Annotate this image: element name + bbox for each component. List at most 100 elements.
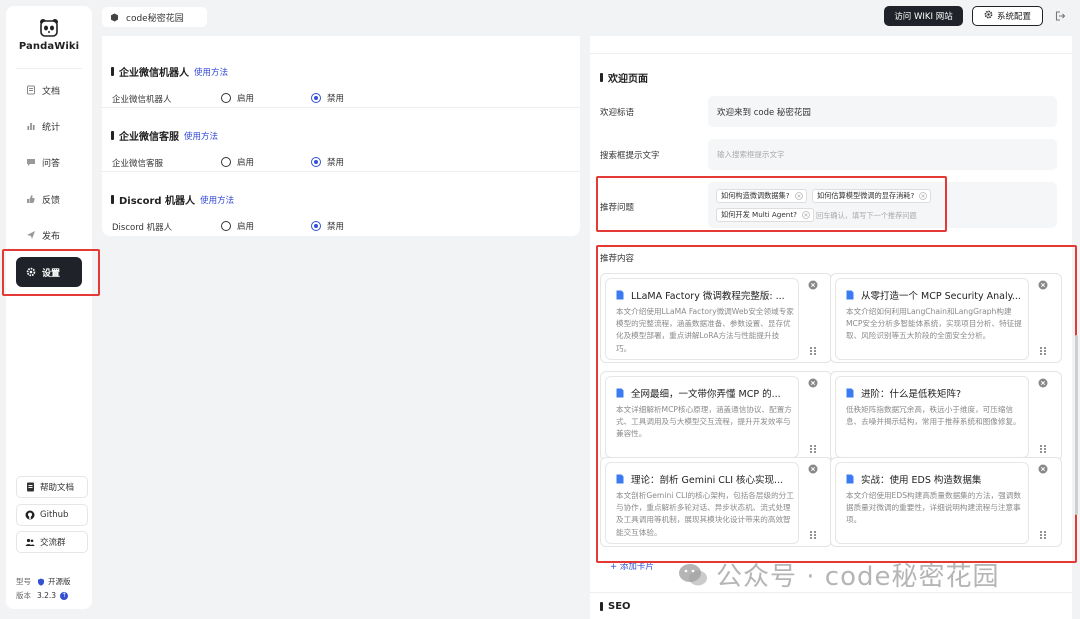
close-icon[interactable]	[919, 192, 928, 200]
sidebar-item-label: 反馈	[42, 195, 61, 206]
close-icon[interactable]	[1038, 464, 1048, 474]
slogan-input[interactable]: 欢迎来到 code 秘密花园	[708, 96, 1057, 127]
row-label: 企业微信客服	[112, 159, 164, 169]
help-docs-button[interactable]: 帮助文档	[16, 476, 88, 498]
version-value: 3.2.3	[37, 591, 57, 600]
community-label: 交流群	[40, 538, 66, 548]
system-config-label: 系统配置	[996, 12, 1031, 22]
panda-logo-icon	[39, 18, 59, 38]
row-label: Discord 机器人	[112, 223, 173, 233]
group-icon	[25, 537, 35, 547]
drag-handle-icon[interactable]	[809, 444, 817, 454]
recommend-card[interactable]: 实战：使用 EDS 构造数据集 本文介绍使用EDS构建高质量数据集的方法，强调数…	[830, 457, 1062, 547]
drag-handle-icon[interactable]	[809, 346, 817, 356]
seo-section-title: SEO	[600, 601, 631, 612]
sidebar-item-stats[interactable]: 统计	[16, 111, 82, 141]
close-icon[interactable]	[808, 280, 818, 290]
welcome-section-title: 欢迎页面	[600, 70, 648, 85]
bot-settings-panel: 企业微信机器人 使用方法 企业微信机器人 启用 禁用 企业微信客服 使用方法 企业微…	[102, 36, 580, 236]
chat-bubble-icon	[25, 156, 37, 168]
recommend-card[interactable]: 理论：剖析 Gemini CLI 核心实现... 本文剖析Gemini CLI的…	[600, 457, 832, 547]
divider	[590, 53, 1072, 54]
disable-radio[interactable]: 禁用	[311, 220, 344, 232]
close-icon[interactable]	[1038, 280, 1048, 290]
document-icon	[846, 474, 854, 484]
search-placeholder-input[interactable]: 输入搜索框提示文字	[708, 139, 1057, 170]
wecom-service-section: 企业微信客服 使用方法 企业微信客服 启用 禁用	[102, 108, 580, 172]
drag-handle-icon[interactable]	[1039, 444, 1047, 454]
close-icon[interactable]	[808, 464, 818, 474]
card-desc: 本文剖析Gemini CLI的核心架构，包括各层级的分工与协作，重点解析多轮对话…	[616, 491, 794, 537]
close-icon[interactable]	[794, 192, 803, 200]
drag-handle-icon[interactable]	[809, 530, 817, 540]
sidebar-item-label: 文档	[42, 86, 61, 97]
github-icon	[25, 510, 35, 520]
model-value: 开源版	[48, 577, 71, 586]
model-label: 型号	[16, 577, 31, 586]
visit-wiki-button[interactable]: 访问 WIKI 网站	[884, 6, 963, 26]
gear-icon	[984, 10, 993, 22]
howto-link[interactable]: 使用方法	[194, 66, 228, 78]
site-name: code秘密花园	[126, 13, 184, 24]
discord-bot-section: Discord 机器人 使用方法 Discord 机器人 启用 禁用	[102, 172, 580, 236]
card-title: 进阶：什么是低秩矩阵?	[861, 389, 962, 400]
sidebar-item-qa[interactable]: 问答	[16, 147, 82, 177]
card-title: 全网最细，一文带你弄懂 MCP 的...	[631, 389, 781, 400]
enable-radio[interactable]: 启用	[221, 92, 254, 104]
update-badge-icon[interactable]: ↑	[60, 591, 69, 600]
github-button[interactable]: Github	[16, 504, 88, 526]
sidebar-item-publish[interactable]: 发布	[16, 220, 82, 250]
community-button[interactable]: 交流群	[16, 531, 88, 553]
howto-link[interactable]: 使用方法	[184, 130, 218, 142]
disable-radio[interactable]: 禁用	[311, 156, 344, 168]
close-icon[interactable]	[808, 378, 818, 388]
disable-radio[interactable]: 禁用	[311, 92, 344, 104]
howto-link[interactable]: 使用方法	[200, 194, 234, 206]
section-title: 企业微信客服 使用方法	[111, 128, 218, 144]
slogan-label: 欢迎标语	[600, 108, 635, 118]
card-desc: 本文介绍使用EDS构建高质量数据集的方法，强调数据质量对微调的重要性，详细说明构…	[846, 491, 1021, 525]
brand[interactable]: PandaWiki	[6, 18, 92, 52]
site-selector[interactable]: code秘密花园	[102, 7, 207, 27]
welcome-settings-panel: 欢迎页面 欢迎标语 欢迎来到 code 秘密花园 搜索框提示文字 输入搜索框提示…	[590, 36, 1072, 619]
sidebar-item-settings[interactable]: 设置	[16, 257, 82, 287]
card-title: 实战：使用 EDS 构造数据集	[861, 475, 982, 486]
document-icon	[616, 474, 624, 484]
thumbs-up-icon	[25, 193, 37, 205]
cube-icon	[110, 13, 119, 22]
document-icon	[616, 388, 624, 398]
model-row: 型号 开源版	[16, 576, 71, 587]
enable-radio[interactable]: 启用	[221, 156, 254, 168]
close-icon[interactable]	[802, 211, 810, 219]
card-title: LLaMA Factory 微调教程完整版: ...	[631, 291, 785, 302]
wecom-bot-section: 企业微信机器人 使用方法 企业微信机器人 启用 禁用	[102, 44, 580, 108]
recommend-card[interactable]: 从零打造一个 MCP Security Analy... 本文介绍如何利用Lan…	[830, 273, 1062, 363]
add-card-button[interactable]: + 添加卡片	[610, 560, 654, 572]
brand-name: PandaWiki	[18, 41, 80, 52]
close-icon[interactable]	[1038, 378, 1048, 388]
question-tag[interactable]: 如何开发 Multi Agent?	[716, 208, 814, 222]
drag-handle-icon[interactable]	[1039, 530, 1047, 540]
sidebar-item-feedback[interactable]: 反馈	[16, 184, 82, 214]
drag-handle-icon[interactable]	[1039, 346, 1047, 356]
document-icon	[846, 388, 854, 398]
section-title: Discord 机器人 使用方法	[111, 192, 234, 208]
sidebar-item-label: 问答	[42, 158, 61, 169]
logout-icon[interactable]	[1054, 10, 1066, 22]
enable-radio[interactable]: 启用	[221, 220, 254, 232]
recommend-card[interactable]: LLaMA Factory 微调教程完整版: ... 本文介绍使用LLaMA F…	[600, 273, 832, 363]
question-tag[interactable]: 如何估算模型微调的显存消耗?	[812, 189, 932, 203]
document-icon	[616, 290, 624, 300]
send-icon	[25, 229, 37, 241]
bar-chart-icon	[25, 120, 37, 132]
document-icon	[846, 290, 854, 300]
scrollbar[interactable]	[1075, 335, 1078, 515]
version-row: 版本 3.2.3 ↑	[16, 590, 69, 601]
recommend-card[interactable]: 进阶：什么是低秩矩阵? 低秩矩阵指数据冗余高，秩远小于维度，可压缩信息、去噪并揭…	[830, 371, 1062, 461]
recommend-card[interactable]: 全网最细，一文带你弄懂 MCP 的... 本文详细解析MCP核心原理，涵盖通信协…	[600, 371, 832, 461]
version-label: 版本	[16, 591, 31, 600]
watermark-text: 公众号 · code秘密花园	[716, 562, 1000, 592]
sidebar-item-docs[interactable]: 文档	[16, 75, 82, 105]
question-tag[interactable]: 如何构造微调数据集?	[716, 189, 807, 203]
system-config-button[interactable]: 系统配置	[972, 6, 1043, 26]
